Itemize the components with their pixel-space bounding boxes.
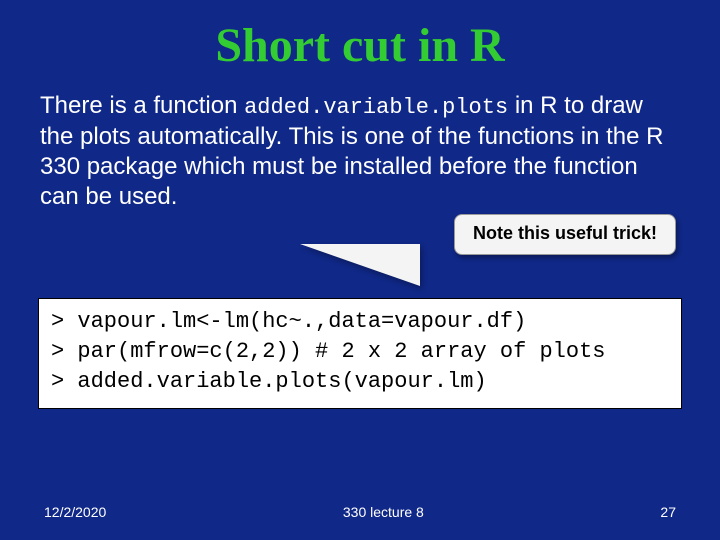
footer-page: 27 <box>660 504 676 520</box>
footer-date: 12/2/2020 <box>44 504 106 520</box>
body-paragraph: There is a function added.variable.plots… <box>0 91 720 212</box>
callout-tail <box>300 244 420 286</box>
code-block: > vapour.lm<-lm(hc~.,data=vapour.df) > p… <box>38 298 682 409</box>
slide-title: Short cut in R <box>0 0 720 91</box>
para-function-name: added.variable.plots <box>244 95 508 120</box>
para-lead: There is a function <box>40 92 244 119</box>
callout-bubble: Note this useful trick! <box>454 214 676 255</box>
footer-center: 330 lecture 8 <box>343 504 424 520</box>
footer: 12/2/2020 330 lecture 8 27 <box>0 504 720 520</box>
callout-container: Note this useful trick! <box>0 212 720 298</box>
